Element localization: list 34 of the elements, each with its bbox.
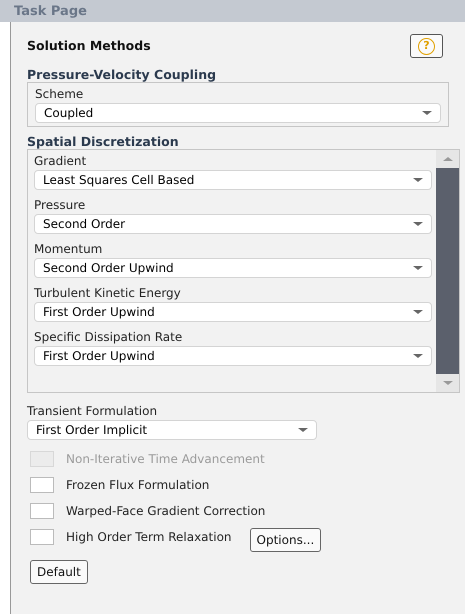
dropdown[interactable]: Least Squares Cell Based xyxy=(34,170,432,190)
field-label: Specific Dissipation Rate xyxy=(34,329,184,346)
caret-icon xyxy=(413,178,423,182)
section-heading: Pressure-Velocity Coupling xyxy=(27,68,218,82)
checkbox-label: Warped-Face Gradient Correction xyxy=(66,503,266,520)
field-label: Transient Formulation xyxy=(27,403,158,420)
default-button[interactable]: Default xyxy=(30,560,88,584)
caret-icon xyxy=(422,111,432,115)
dropdown[interactable]: First Order Upwind xyxy=(34,302,432,322)
checkbox[interactable] xyxy=(30,503,54,519)
options-button[interactable]: Options... xyxy=(250,528,322,552)
checkbox-label: Non-Iterative Time Advancement xyxy=(66,451,265,468)
dropdown[interactable]: Coupled xyxy=(35,103,441,123)
field-label: Pressure xyxy=(34,197,86,214)
field-label: Scheme xyxy=(35,86,84,103)
field-label: Momentum xyxy=(34,241,104,258)
dropdown[interactable]: First Order Implicit xyxy=(27,420,317,440)
field-label: Turbulent Kinetic Energy xyxy=(34,285,182,302)
checkbox[interactable] xyxy=(30,529,54,545)
panel-title: Solution Methods xyxy=(27,36,151,55)
dropdown[interactable]: Second Order Upwind xyxy=(34,258,432,278)
caret-icon xyxy=(298,428,308,432)
checkbox-label: Frozen Flux Formulation xyxy=(66,477,210,494)
checkbox[interactable] xyxy=(30,477,54,493)
section-heading: Spatial Discretization xyxy=(27,135,180,149)
field-label: Gradient xyxy=(34,153,88,170)
caret-icon xyxy=(413,222,423,226)
caret-icon xyxy=(413,310,423,314)
dropdown[interactable]: First Order Upwind xyxy=(34,346,432,366)
checkbox-label: High Order Term Relaxation xyxy=(66,529,232,546)
dropdown[interactable]: Second Order xyxy=(34,214,432,234)
window-title: Task Page xyxy=(0,0,465,22)
caret-icon xyxy=(413,266,423,270)
caret-icon xyxy=(413,354,423,358)
